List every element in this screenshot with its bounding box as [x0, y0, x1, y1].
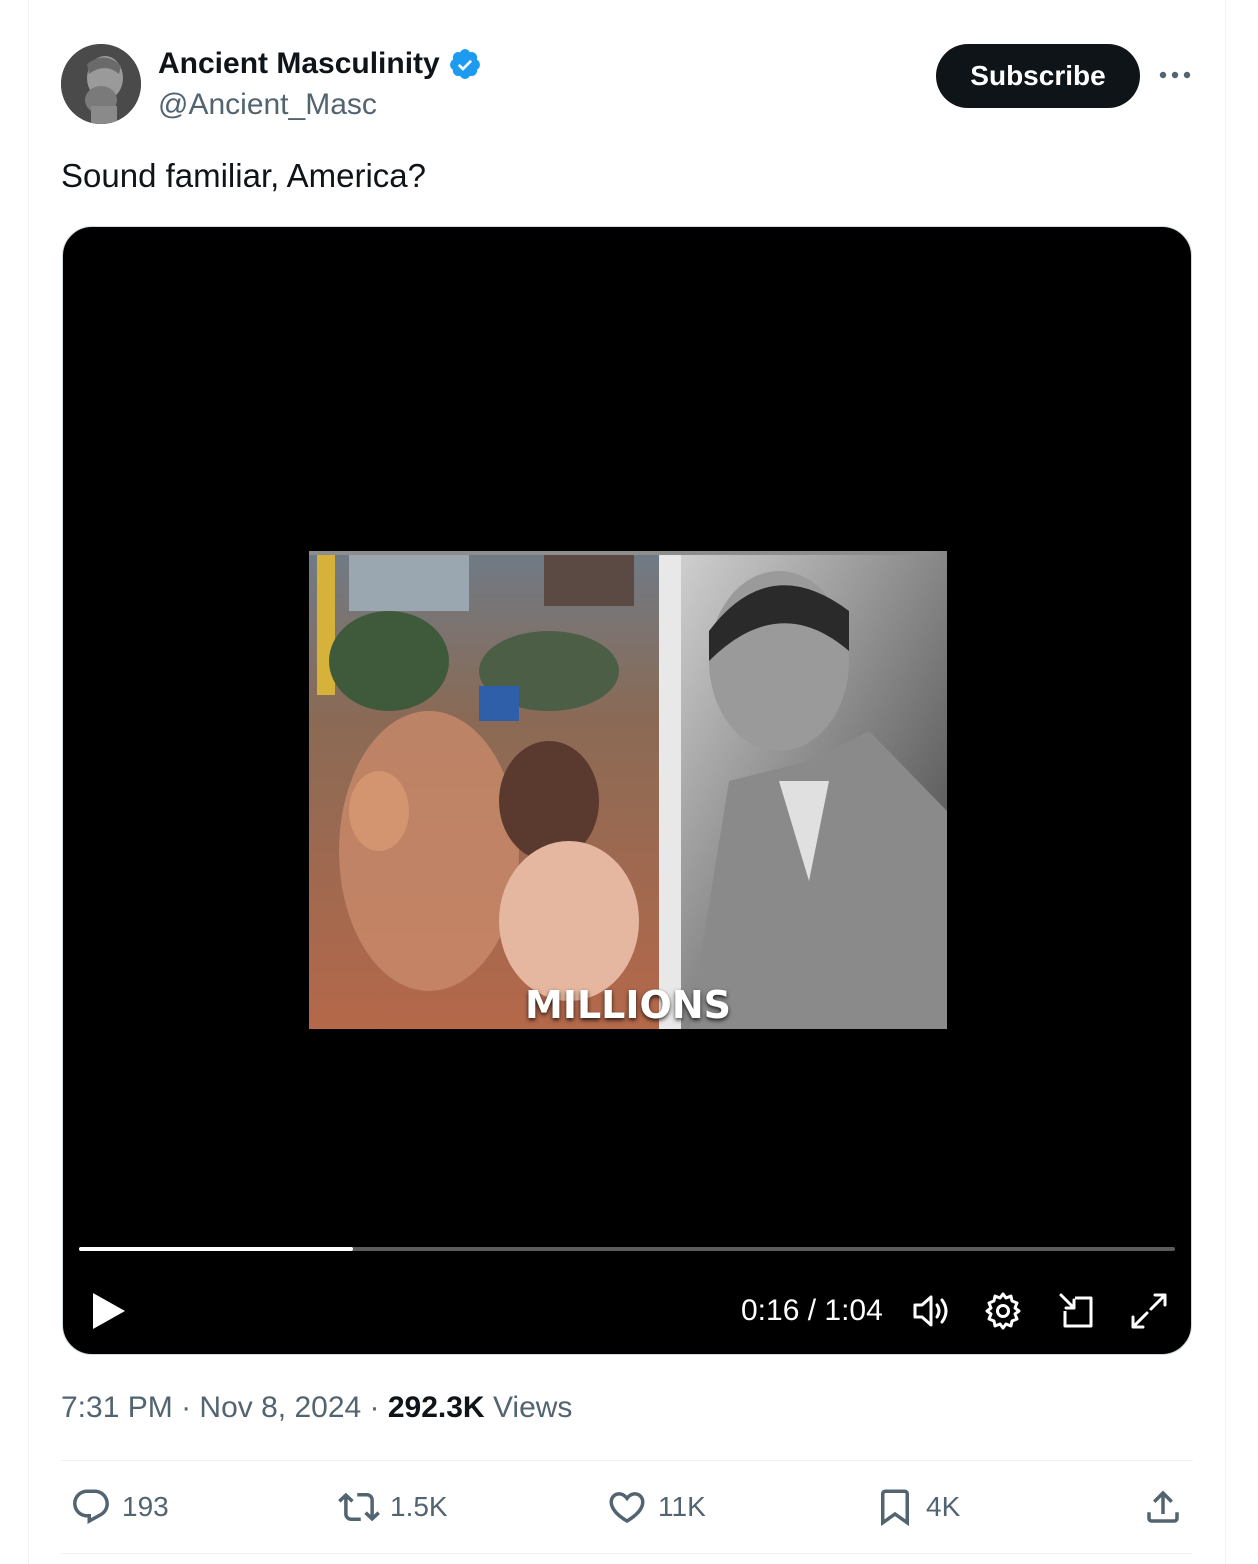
play-icon[interactable]: [89, 1289, 129, 1333]
like-count: 11K: [658, 1491, 706, 1522]
reply-button[interactable]: 193: [70, 1486, 169, 1528]
bookmark-count: 4K: [926, 1491, 961, 1522]
video-progress-bar[interactable]: [79, 1247, 1175, 1251]
video-frame: MILLIONS: [309, 551, 947, 1029]
share-upload-icon: [1147, 1490, 1179, 1523]
tweet-text: Sound familiar, America?: [61, 157, 427, 194]
bookmark-icon: [881, 1489, 909, 1527]
subscribe-button[interactable]: Subscribe: [936, 44, 1140, 108]
reply-count: 193: [122, 1491, 169, 1522]
share-button[interactable]: [1142, 1486, 1184, 1528]
repost-icon: [338, 1492, 380, 1522]
volume-icon[interactable]: [911, 1291, 951, 1331]
video-caption: MILLIONS: [525, 983, 731, 1027]
author-handle[interactable]: @Ancient_Masc: [158, 86, 377, 124]
meta-separator: ·: [369, 1391, 388, 1424]
like-button[interactable]: 11K: [606, 1486, 706, 1528]
views-label: Views: [492, 1391, 573, 1424]
views-count: 292.3K: [387, 1391, 485, 1424]
tweet-date[interactable]: Nov 8, 2024: [199, 1391, 361, 1424]
repost-count: 1.5K: [390, 1491, 448, 1522]
divider: [61, 1460, 1193, 1461]
heart-icon: [609, 1492, 645, 1524]
reply-bubble-icon: [73, 1489, 109, 1524]
settings-gear-icon[interactable]: [983, 1291, 1023, 1331]
picture-in-picture-icon[interactable]: [1057, 1291, 1097, 1331]
tweet-time[interactable]: 7:31 PM: [61, 1391, 173, 1424]
bookmark-button[interactable]: 4K: [874, 1486, 960, 1528]
video-still-image: [309, 551, 947, 1029]
verified-badge-icon: [449, 49, 480, 79]
author-name[interactable]: Ancient Masculinity: [158, 44, 440, 84]
repost-button[interactable]: 1.5K: [338, 1486, 448, 1528]
video-player[interactable]: MILLIONS 0:16 / 1:04: [62, 226, 1192, 1355]
divider: [61, 1553, 1193, 1554]
video-progress-fill: [79, 1247, 353, 1251]
author-name-row[interactable]: Ancient Masculinity: [158, 44, 482, 84]
fullscreen-expand-icon[interactable]: [1129, 1291, 1169, 1331]
tweet-meta: 7:31 PM · Nov 8, 2024 · 292.3K Views: [61, 1388, 572, 1428]
video-time: 0:16 / 1:04: [741, 1294, 883, 1327]
meta-separator: ·: [181, 1391, 200, 1424]
avatar[interactable]: [61, 44, 141, 124]
more-horizontal-icon[interactable]: [1156, 58, 1194, 92]
